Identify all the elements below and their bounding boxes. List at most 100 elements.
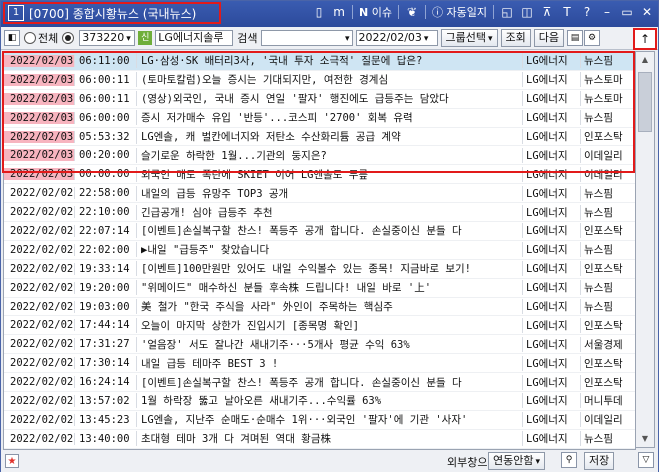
help-icon[interactable]: ?	[580, 5, 594, 19]
title-bar: 1 [0700] 종합시황뉴스 (국내뉴스) ▯ m N 이슈 ❦ ⓘ 자동일지…	[1, 1, 658, 27]
row-date: 2022/02/03	[4, 111, 74, 124]
row-source: 인포스탁	[580, 355, 635, 371]
row-source: 뉴스핌	[580, 110, 635, 126]
filter-icon[interactable]: ▽	[638, 452, 654, 468]
table-row[interactable]: 2022/02/02 13:45:23 LG엔솔, 지난주 순매도·순매수 1위··…	[4, 411, 635, 430]
row-title: 슬기로운 하락한 1월...기관의 둥지은?	[136, 147, 522, 163]
table-row[interactable]: 2022/02/03 06:00:11 (영상)외국인, 국내 증시 연일 '팔자'…	[4, 90, 635, 109]
table-row[interactable]: 2022/02/03 06:00:11 (토마토칼럼)오늘 증시는 기대되지만, 여…	[4, 71, 635, 90]
stock-code-field[interactable]: 373220	[79, 30, 136, 46]
close-icon[interactable]: ✕	[640, 5, 654, 19]
table-row[interactable]: 2022/02/02 19:03:00 美 철가 "한국 주식을 사라" 外인이 주…	[4, 298, 635, 317]
row-time: 19:03:00	[74, 300, 136, 313]
table-row[interactable]: 2022/02/02 22:02:00 ▶내일 "급등주" 찾았습니다 LG에너지 뉴스…	[4, 241, 635, 260]
table-row[interactable]: 2022/02/03 05:53:32 LG엔솔, 캐 벌칸에너지와 저탄소 수산화…	[4, 128, 635, 147]
stock-name-field[interactable]: LG에너지솔루	[155, 30, 234, 46]
table-row[interactable]: 2022/02/03 00:00:00 외국인 매도 폭탄에 SKIET 이어 LG…	[4, 165, 635, 185]
vertical-scrollbar[interactable]: ▲ ▼	[635, 51, 655, 448]
table-row[interactable]: 2022/02/03 06:11:00 LG·삼성·SK 배터리3사, '국내 투자…	[4, 52, 635, 71]
radio-stock-circle[interactable]	[62, 32, 75, 44]
row-source: 뉴스핌	[580, 242, 635, 258]
table-row[interactable]: 2022/02/02 16:24:14 [이벤트]손실복구할 찬스! 폭등주 공개 …	[4, 373, 635, 393]
table-row[interactable]: 2022/02/02 22:07:14 [이벤트]손실복구할 찬스! 폭등주 공개 …	[4, 222, 635, 241]
row-date: 2022/02/02	[10, 319, 74, 332]
brand-icon[interactable]: ❦	[405, 5, 419, 19]
date-field[interactable]: 2022/02/03	[355, 30, 438, 46]
next-button[interactable]: 다음	[533, 29, 565, 47]
stock-icon[interactable]: 신	[138, 31, 153, 45]
table-row[interactable]: 2022/02/02 22:10:00 긴급공개! 심야 급등주 추천 LG에너지 뉴스…	[4, 203, 635, 223]
divider	[352, 5, 354, 19]
print-icon[interactable]: ▤	[567, 30, 584, 46]
maximize-icon[interactable]: ▭	[620, 5, 634, 19]
issue-button[interactable]: N 이슈	[359, 4, 392, 20]
radio-all[interactable]: 전체	[24, 30, 58, 46]
row-stock: LG에너지	[522, 185, 580, 201]
scroll-down-arrow[interactable]: ▼	[636, 431, 654, 447]
row-time: 06:00:00	[74, 111, 136, 124]
row-date: 2022/02/02	[10, 262, 74, 275]
row-stock: LG에너지	[522, 374, 580, 390]
table-row[interactable]: 2022/02/02 19:33:14 [이벤트]100만원만 있어도 내일 수익볼…	[4, 260, 635, 279]
panel-toggle-icon[interactable]: ◧	[4, 30, 20, 46]
row-date: 2022/02/02	[10, 376, 74, 389]
row-source: 뉴스핌	[580, 280, 635, 296]
table-row[interactable]: 2022/02/03 06:00:00 증시 저가매수 유입 '반등'...코스피 …	[4, 109, 635, 128]
row-stock: LG에너지	[522, 110, 580, 126]
table-row[interactable]: 2022/02/02 13:40:00 초대형 테마 3개 다 겨며된 역대 황금株…	[4, 430, 635, 449]
window-link-icon[interactable]: ◱	[500, 5, 514, 19]
row-title: 美 철가 "한국 주식을 사라" 外인이 주목하는 핵심주	[136, 299, 522, 315]
row-time: 22:58:00	[74, 187, 136, 200]
settings-icon[interactable]: ⚙	[584, 30, 601, 46]
table-row[interactable]: 2022/02/02 17:44:14 오늘이 마지막 상한가 진입시기 [종목명 …	[4, 316, 635, 336]
text-size-icon[interactable]: T	[560, 5, 574, 19]
row-source: 이데일리	[580, 412, 635, 428]
row-source: 뉴스핌	[580, 299, 635, 315]
journal-button[interactable]: ⓘ 자동일지	[432, 4, 487, 20]
search-field[interactable]	[260, 30, 353, 46]
menu-icon[interactable]: m	[332, 5, 346, 19]
link-select[interactable]: 연동안함	[488, 452, 546, 470]
pin-icon[interactable]: ⊼	[540, 5, 554, 19]
row-title: 1월 하락장 뚫고 날아오른 새내기주...수익률 63%	[136, 393, 522, 409]
table-row[interactable]: 2022/02/02 22:58:00 내일의 급등 유망주 TOP3 공개 LG에너…	[4, 184, 635, 204]
radio-stock[interactable]	[62, 32, 76, 44]
window-title-box: 1 [0700] 종합시황뉴스 (국내뉴스)	[3, 2, 221, 24]
row-date: 2022/02/02	[10, 357, 74, 370]
save-button[interactable]: 저장	[584, 452, 615, 470]
row-title: [이벤트]손실복구할 찬스! 폭등주 공개 합니다. 손실중이신 분들 다	[136, 374, 522, 390]
title-bar-tools: ▯ m N 이슈 ❦ ⓘ 자동일지 ◱ ◫ ⊼ T ? – ▭ ✕	[312, 4, 654, 20]
table-row[interactable]: 2022/02/02 13:57:02 1월 하락장 뚫고 날아오른 새내기주...…	[4, 392, 635, 411]
favorite-icon[interactable]: ★	[5, 454, 19, 468]
search-label: 검색	[237, 32, 258, 45]
row-stock: LG에너지	[522, 336, 580, 352]
filter-link-icon[interactable]: ⚲	[561, 452, 577, 468]
row-title: 오늘이 마지막 상한가 진입시기 [종목명 확인]	[136, 317, 522, 333]
row-time: 06:11:00	[74, 54, 136, 67]
row-title: 외국인 매도 폭탄에 SKIET 이어 LG엔솔도 무릎	[136, 166, 522, 182]
row-stock: LG에너지	[522, 431, 580, 447]
layout-icon[interactable]: ▯	[312, 5, 326, 19]
row-source: 인포스탁	[580, 261, 635, 277]
row-time: 06:00:11	[74, 73, 136, 86]
query-button[interactable]: 조회	[500, 29, 531, 47]
scroll-top-button[interactable]: ↑	[633, 28, 657, 50]
table-row[interactable]: 2022/02/02 17:31:27 '얼음장' 서도 잘나간 새내기주···5개…	[4, 335, 635, 355]
row-source: 인포스탁	[580, 374, 635, 390]
group-select[interactable]: 그룹선택	[440, 29, 498, 47]
table-row[interactable]: 2022/02/02 19:20:00 "위메이드" 매수하신 분들 후속株 드립니…	[4, 279, 635, 298]
row-stock: LG에너지	[522, 412, 580, 428]
minimize-icon[interactable]: –	[600, 5, 614, 19]
copy-icon[interactable]: ◫	[520, 5, 534, 19]
row-stock: LG에너지	[522, 299, 580, 315]
radio-all-circle[interactable]	[24, 32, 36, 44]
table-row[interactable]: 2022/02/02 17:30:14 내일 급등 테마주 BEST 3 ! LG에너…	[4, 354, 635, 374]
row-date: 2022/02/02	[10, 338, 74, 351]
row-source: 인포스탁	[580, 129, 635, 144]
scroll-up-arrow[interactable]: ▲	[636, 52, 654, 68]
row-date: 2022/02/03	[4, 130, 74, 143]
window-title: [0700] 종합시황뉴스 (국내뉴스)	[29, 6, 197, 21]
scroll-thumb[interactable]	[638, 72, 652, 132]
table-row[interactable]: 2022/02/03 00:20:00 슬기로운 하락한 1월...기관의 둥지은?…	[4, 146, 635, 166]
row-source: 뉴스토마	[580, 72, 635, 88]
